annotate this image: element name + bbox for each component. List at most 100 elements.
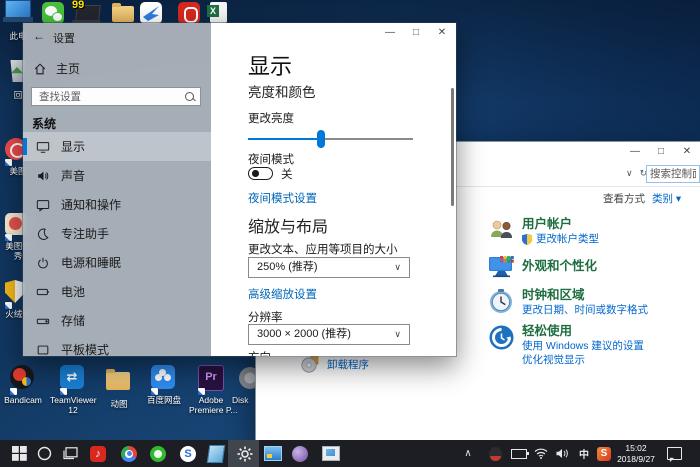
shortcut-arrow-icon <box>5 159 12 166</box>
brightness-section-heading: 亮度和颜色 <box>248 81 316 101</box>
scale-label: 更改文本、应用等项目的大小 <box>248 241 398 257</box>
category-title: 用户帐户 <box>522 217 599 231</box>
maximize-button[interactable]: □ <box>403 23 429 43</box>
category-link[interactable]: 优化视觉显示 <box>522 354 644 367</box>
tray-qq[interactable] <box>487 440 503 467</box>
excel-icon <box>210 2 227 23</box>
sidebar-item-battery[interactable]: 电池 <box>23 277 211 306</box>
sidebar-item-notifications[interactable]: 通知和操作 <box>23 190 211 219</box>
appearance-icon <box>488 253 515 280</box>
view-by-row: 查看方式 类别 ▾ <box>603 191 681 206</box>
sidebar-item-focus-assist[interactable]: 专注助手 <box>23 219 211 248</box>
night-light-label: 夜间模式 <box>248 151 294 167</box>
close-button[interactable]: ✕ <box>429 23 455 43</box>
chevron-down-icon: ∨ <box>394 325 401 344</box>
category-clock-region[interactable]: 时钟和区域 更改日期、时间或数字格式 <box>488 288 648 318</box>
taskbar-notebook-app[interactable] <box>207 440 225 467</box>
resolution-dropdown[interactable]: 3000 × 2000 (推荐) ∨ <box>248 324 410 345</box>
desktop-icon-folder-top[interactable] <box>112 2 134 22</box>
cortana-button[interactable] <box>35 440 53 467</box>
sidebar-section-label: 系统 <box>32 115 56 132</box>
shortcut-arrow-icon <box>10 388 17 395</box>
desktop-icon-bandicam[interactable]: Bandicam <box>2 365 44 405</box>
category-link[interactable]: 更改日期、时间或数字格式 <box>522 304 648 317</box>
category-link[interactable]: 更改帐户类型 <box>522 233 599 246</box>
notifications-icon <box>35 197 51 213</box>
taskbar-netease-music[interactable]: ♪ <box>89 440 107 467</box>
shortcut-arrow-icon <box>5 302 12 309</box>
sidebar-item-home[interactable]: 主页 <box>33 60 80 77</box>
tray-network[interactable] <box>532 440 550 467</box>
power-icon <box>35 255 51 271</box>
sidebar-item-display[interactable]: 显示 <box>23 132 211 161</box>
desktop-icon-video-app[interactable] <box>178 2 200 24</box>
resolution-label: 分辨率 <box>248 309 283 325</box>
desktop-icon-teamviewer[interactable]: ⇄ TeamViewer 12 <box>50 365 96 415</box>
back-button[interactable]: ← <box>33 29 45 43</box>
resolution-dropdown-value: 3000 × 2000 (推荐) <box>249 325 409 344</box>
minimize-button[interactable]: — <box>377 23 403 43</box>
category-user-accounts[interactable]: 用户帐户 更改帐户类型 <box>488 217 599 247</box>
search-icon <box>185 92 194 101</box>
night-light-toggle[interactable] <box>248 167 273 180</box>
tray-sogou-ime[interactable]: S <box>595 440 613 467</box>
tray-ime-indicator[interactable]: 中 <box>576 440 592 467</box>
advanced-scaling-link[interactable]: 高级缩放设置 <box>248 286 317 302</box>
taskbar-avatar-app[interactable] <box>291 440 309 467</box>
desktop-icon-wechat[interactable] <box>42 2 64 24</box>
sidebar-item-tablet-mode[interactable]: 平板模式 <box>23 335 211 357</box>
tray-volume[interactable] <box>553 440 571 467</box>
battery-icon <box>35 284 51 300</box>
view-by-dropdown[interactable]: 类别 ▾ <box>652 191 681 206</box>
chrome-icon <box>121 446 137 462</box>
address-dropdown-icon[interactable]: ∨ <box>626 168 633 179</box>
night-light-settings-link[interactable]: 夜间模式设置 <box>248 190 317 206</box>
maximize-button[interactable]: □ <box>648 142 674 162</box>
taskbar-chrome[interactable] <box>120 440 138 467</box>
taskbar-settings-active[interactable] <box>236 440 254 467</box>
minimize-button[interactable]: — <box>622 142 648 162</box>
taskbar-sogou-browser[interactable]: S <box>179 440 197 467</box>
selected-accent-bar <box>23 138 27 155</box>
task-view-icon <box>63 447 78 460</box>
settings-search-input[interactable] <box>31 87 201 106</box>
desktop-icon-thunder[interactable] <box>140 2 162 24</box>
start-button[interactable] <box>10 440 28 467</box>
taskbar-photos-app[interactable] <box>322 440 340 467</box>
category-link[interactable]: 使用 Windows 建议的设置 <box>522 340 644 353</box>
orientation-label: 方向 <box>248 349 271 357</box>
wechat-icon <box>42 2 64 24</box>
scale-dropdown[interactable]: 250% (推荐) ∨ <box>248 257 410 278</box>
category-appearance[interactable]: 外观和个性化 <box>488 253 597 280</box>
category-ease-of-access[interactable]: 轻松使用 使用 Windows 建议的设置 优化视觉显示 <box>488 324 644 367</box>
desktop-icon-baidu-netdisk[interactable]: 百度网盘 <box>143 365 185 405</box>
sidebar-item-power-sleep[interactable]: 电源和睡眠 <box>23 248 211 277</box>
taskbar-clock[interactable]: 15:02 2018/9/27 <box>612 443 660 464</box>
close-button[interactable]: ✕ <box>674 142 700 162</box>
netease-music-icon: ♪ <box>90 446 106 462</box>
desktop-icon-qq-computer[interactable]: 99 <box>76 5 100 21</box>
sidebar-item-storage[interactable]: 存储 <box>23 306 211 335</box>
ease-of-access-icon <box>488 324 515 351</box>
bandicam-icon <box>10 365 34 389</box>
taskbar-green-app[interactable] <box>149 440 167 467</box>
uninstall-link: 卸载程序 <box>327 357 369 372</box>
task-view-button[interactable] <box>61 440 79 467</box>
taskbar-control-panel[interactable] <box>264 440 282 467</box>
scrollbar-thumb[interactable] <box>451 88 454 206</box>
tray-show-hidden-icons[interactable]: ∧ <box>460 440 476 467</box>
desktop-icon-folder-dongtu[interactable]: 动图 <box>100 368 138 409</box>
desktop-icon-excel[interactable] <box>210 2 227 23</box>
qq-penguin-icon <box>489 447 502 461</box>
slider-thumb[interactable] <box>317 130 325 148</box>
sidebar-item-sound[interactable]: 声音 <box>23 161 211 190</box>
page-title: 显示 <box>248 49 292 81</box>
toggle-knob <box>252 170 259 177</box>
user-accounts-icon <box>488 217 515 244</box>
desktop-icon-premiere[interactable]: Pr Adobe Premiere P... <box>189 365 233 415</box>
action-center-button[interactable] <box>664 440 684 467</box>
uninstall-program-item[interactable]: 卸载程序 <box>301 355 369 373</box>
control-panel-search-input[interactable] <box>646 165 700 183</box>
brightness-slider[interactable] <box>248 132 413 146</box>
tray-battery[interactable] <box>510 440 528 467</box>
